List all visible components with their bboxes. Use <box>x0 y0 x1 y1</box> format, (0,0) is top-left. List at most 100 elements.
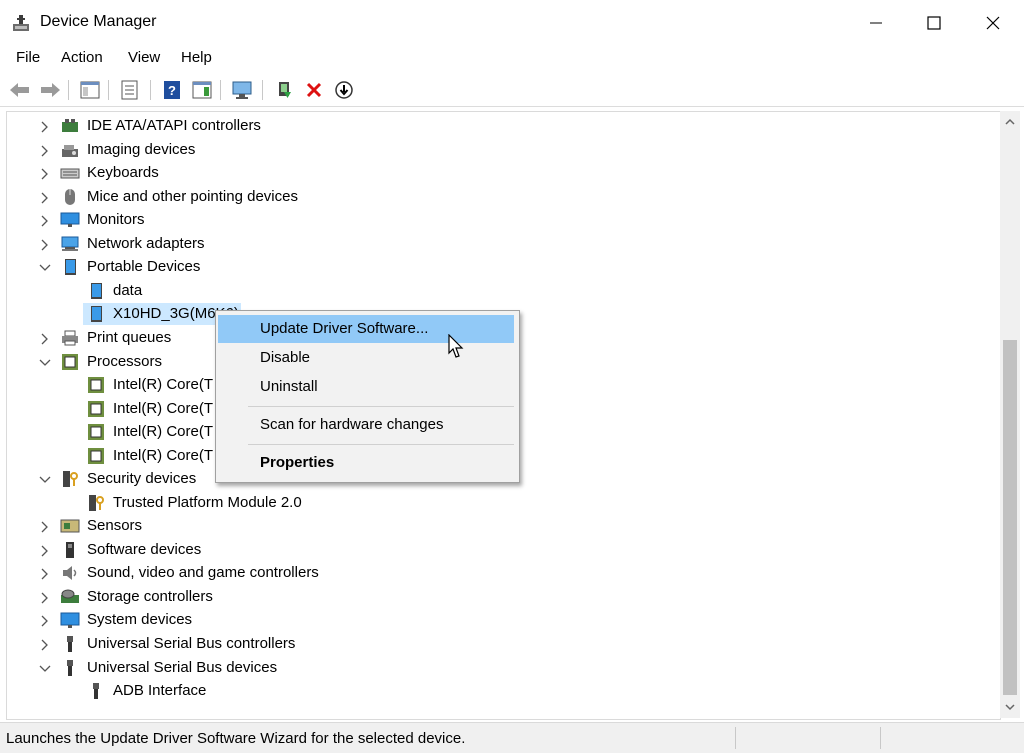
category-processors[interactable]: Processors <box>87 353 162 370</box>
chevron-right-icon[interactable] <box>38 191 52 205</box>
chevron-down-icon <box>1005 704 1015 711</box>
chevron-right-icon[interactable] <box>38 520 52 534</box>
close-icon <box>986 16 1000 30</box>
chevron-right-icon[interactable] <box>38 144 52 158</box>
menu-item-uninstall[interactable]: Uninstall <box>218 373 514 401</box>
category-sensors[interactable]: Sensors <box>87 517 142 534</box>
category-mice[interactable]: Mice and other pointing devices <box>87 188 298 205</box>
category-imaging[interactable]: Imaging devices <box>87 141 195 158</box>
vertical-scrollbar[interactable] <box>1000 111 1020 718</box>
chevron-right-icon[interactable] <box>38 214 52 228</box>
chevron-right-icon[interactable] <box>38 638 52 652</box>
chevron-right-icon[interactable] <box>38 591 52 605</box>
action-pane-button[interactable] <box>190 78 214 102</box>
menu-file[interactable]: File <box>16 49 40 66</box>
device-adb-interface[interactable]: ADB Interface <box>113 682 206 699</box>
portable-device-icon <box>91 306 102 322</box>
category-portable[interactable]: Portable Devices <box>87 258 200 275</box>
status-bar: Launches the Update Driver Software Wiza… <box>0 722 1024 753</box>
properties-button[interactable] <box>118 78 142 102</box>
chevron-right-icon[interactable] <box>38 238 52 252</box>
update-driver-button[interactable] <box>272 78 296 102</box>
menu-view[interactable]: View <box>128 49 160 66</box>
forward-button[interactable] <box>38 78 62 102</box>
console-tree-button[interactable] <box>78 78 102 102</box>
back-button[interactable] <box>8 78 32 102</box>
category-system[interactable]: System devices <box>87 611 192 628</box>
category-keyboards[interactable]: Keyboards <box>87 164 159 181</box>
ide-controller-icon <box>62 119 78 132</box>
maximize-button[interactable] <box>905 0 963 46</box>
disable-icon <box>335 81 353 99</box>
monitor-icon <box>60 212 80 227</box>
svg-text:?: ? <box>168 83 176 98</box>
help-icon: ? <box>164 81 180 99</box>
usb-icon <box>93 683 99 699</box>
menu-action[interactable]: Action <box>61 49 103 66</box>
window-title: Device Manager <box>40 13 157 30</box>
device-data[interactable]: data <box>113 282 142 299</box>
chevron-right-icon[interactable] <box>38 120 52 134</box>
category-network[interactable]: Network adapters <box>87 235 205 252</box>
maximize-icon <box>927 16 941 30</box>
category-ide[interactable]: IDE ATA/ATAPI controllers <box>87 117 261 134</box>
category-storage[interactable]: Storage controllers <box>87 588 213 605</box>
processor-item[interactable]: Intel(R) Core(T <box>113 423 213 440</box>
mouse-icon <box>65 189 75 205</box>
scroll-down-button[interactable] <box>1000 698 1020 716</box>
toolbar-separator <box>262 80 263 100</box>
scroll-up-button[interactable] <box>1000 113 1020 131</box>
software-device-icon <box>66 542 74 558</box>
chevron-down-icon[interactable] <box>38 473 52 487</box>
scroll-thumb[interactable] <box>1003 340 1017 695</box>
processor-item[interactable]: Intel(R) Core(T <box>113 447 213 464</box>
processor-icon <box>62 354 78 370</box>
category-usb-controllers[interactable]: Universal Serial Bus controllers <box>87 635 295 652</box>
chevron-right-icon[interactable] <box>38 614 52 628</box>
menu-item-label: Uninstall <box>260 378 318 395</box>
minimize-button[interactable] <box>847 0 905 46</box>
toolbar-separator <box>220 80 221 100</box>
category-usb-devices[interactable]: Universal Serial Bus devices <box>87 659 277 676</box>
processor-item[interactable]: Intel(R) Core(T <box>113 400 213 417</box>
help-button[interactable]: ? <box>160 78 184 102</box>
uninstall-button[interactable] <box>302 78 326 102</box>
category-print[interactable]: Print queues <box>87 329 171 346</box>
chevron-down-icon[interactable] <box>38 356 52 370</box>
title-bar: Device Manager <box>0 0 1024 46</box>
chevron-right-icon[interactable] <box>38 567 52 581</box>
category-sound[interactable]: Sound, video and game controllers <box>87 564 319 581</box>
show-hide-console-tree-icon <box>80 81 100 99</box>
imaging-device-icon <box>62 145 78 157</box>
menu-item-scan-hardware[interactable]: Scan for hardware changes <box>218 411 514 439</box>
category-software[interactable]: Software devices <box>87 541 201 558</box>
mouse-cursor-icon <box>448 334 464 358</box>
chevron-right-icon[interactable] <box>38 332 52 346</box>
chevron-down-icon[interactable] <box>38 662 52 676</box>
close-button[interactable] <box>964 0 1022 46</box>
portable-device-icon <box>65 259 76 275</box>
processor-icon <box>88 424 104 440</box>
menu-item-label: Update Driver Software... <box>260 320 429 337</box>
back-icon <box>10 83 29 97</box>
processor-icon <box>88 448 104 464</box>
chevron-right-icon[interactable] <box>38 167 52 181</box>
minimize-icon <box>870 22 882 24</box>
menu-item-properties[interactable]: Properties <box>218 449 514 477</box>
scan-hardware-button[interactable] <box>230 78 254 102</box>
device-tpm[interactable]: Trusted Platform Module 2.0 <box>113 494 302 511</box>
disable-button[interactable] <box>332 78 356 102</box>
category-security[interactable]: Security devices <box>87 470 196 487</box>
processor-item[interactable]: Intel(R) Core(T <box>113 376 213 393</box>
menu-item-disable[interactable]: Disable <box>218 344 514 372</box>
category-monitors[interactable]: Monitors <box>87 211 145 228</box>
system-device-icon <box>60 612 80 628</box>
toolbar: ? <box>0 74 1024 107</box>
status-divider <box>880 727 881 749</box>
menu-item-update-driver[interactable]: Update Driver Software... <box>218 315 514 343</box>
menu-help[interactable]: Help <box>181 49 212 66</box>
chevron-down-icon[interactable] <box>38 261 52 275</box>
chevron-right-icon[interactable] <box>38 544 52 558</box>
toolbar-separator <box>68 80 69 100</box>
status-text: Launches the Update Driver Software Wiza… <box>6 730 466 747</box>
